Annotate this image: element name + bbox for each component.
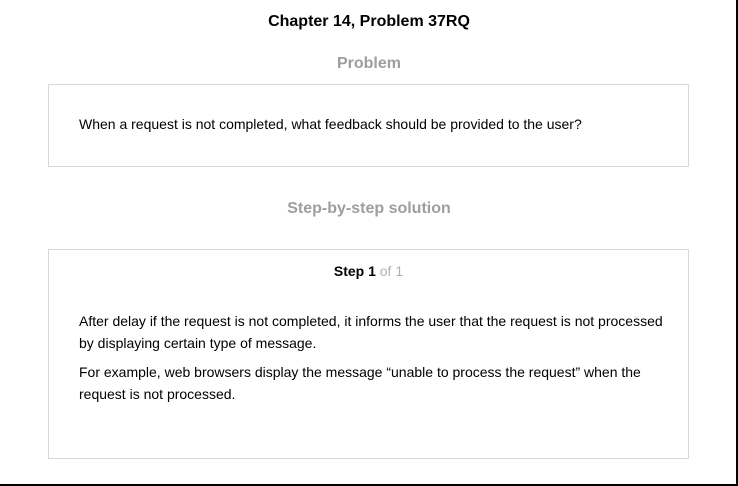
- solution-paragraph: For example, web browsers display the me…: [79, 364, 641, 402]
- solution-heading: Step-by-step solution: [287, 200, 451, 217]
- step-label: Step 1: [333, 263, 376, 279]
- problem-box: When a request is not completed, what fe…: [48, 84, 689, 167]
- solution-paragraph: After delay if the request is not comple…: [79, 313, 663, 351]
- solution-box: Step 1 of 1 After delay if the request i…: [48, 249, 689, 459]
- problem-text: When a request is not completed, what fe…: [79, 116, 582, 132]
- chapter-title: Chapter 14, Problem 37RQ: [268, 13, 470, 30]
- step-count: of 1: [379, 263, 404, 279]
- step-heading: Step 1 of 1: [49, 263, 688, 279]
- problem-heading: Problem: [336, 55, 401, 72]
